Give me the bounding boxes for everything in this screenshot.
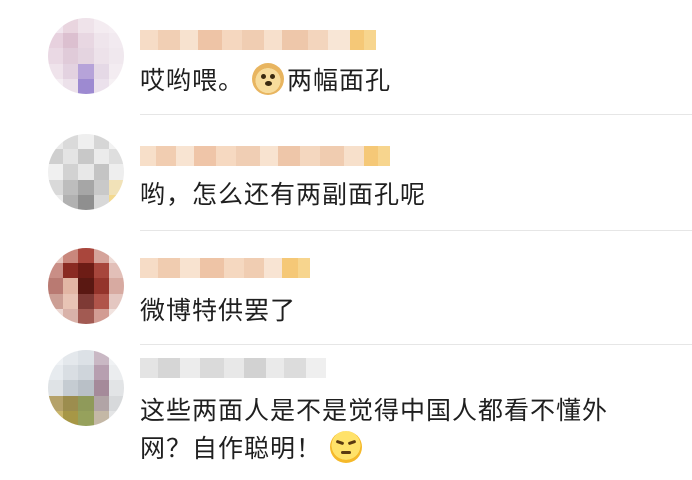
avatar[interactable] xyxy=(48,18,124,94)
smug-face-emoji-icon xyxy=(330,431,363,463)
username-blurred[interactable] xyxy=(140,146,390,166)
avatar[interactable] xyxy=(48,248,124,324)
comment-item: 哎哟喂。 两幅面孔 xyxy=(0,0,692,112)
comment-text-part: 微博特供罢了 xyxy=(140,296,297,325)
comment-text: 哟，怎么还有两副面孔呢 xyxy=(140,176,426,214)
comment-text: 这些两面人是不是觉得中国人都看不懂外 网？自作聪明！ xyxy=(140,392,608,468)
comment-text-line: 这些两面人是不是觉得中国人都看不懂外 xyxy=(140,396,609,425)
username-blurred[interactable] xyxy=(140,30,376,50)
comment-text-part: 网？自作聪明！ xyxy=(140,434,323,463)
comment-item: 这些两面人是不是觉得中国人都看不懂外 网？自作聪明！ xyxy=(0,344,692,480)
username-blurred[interactable] xyxy=(140,258,310,278)
comment-text-line: 网？自作聪明！ xyxy=(140,430,608,468)
comment-item: 微博特供罢了 xyxy=(0,230,692,342)
comment-text: 哎哟喂。 两幅面孔 xyxy=(140,62,391,100)
avatar[interactable] xyxy=(48,134,124,210)
username-blurred[interactable] xyxy=(140,358,326,378)
comment-text-part: 哎哟喂。 xyxy=(140,66,245,95)
comment-text-part: 两幅面孔 xyxy=(287,66,392,95)
comment-item: 哟，怎么还有两副面孔呢 xyxy=(0,114,692,226)
doge-emoji-icon xyxy=(252,63,285,95)
comment-text-part: 哟，怎么还有两副面孔呢 xyxy=(140,180,427,209)
avatar[interactable] xyxy=(48,350,124,426)
comment-text: 微博特供罢了 xyxy=(140,292,296,330)
